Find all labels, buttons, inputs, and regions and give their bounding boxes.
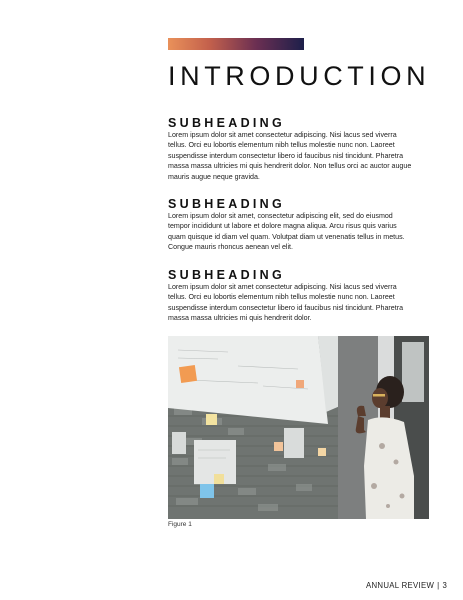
section-line: tellus. Orci eu lobortis elementum nibh … bbox=[168, 141, 395, 150]
section-line: Lorem ipsum dolor sit amet consectetur a… bbox=[168, 131, 397, 139]
section-3: SUBHEADING Lorem ipsum dolor sit amet co… bbox=[168, 268, 436, 324]
section-line: massa massa ultricies mi quis hendrerit … bbox=[168, 162, 412, 171]
section-line: suspendisse interdum consectetur libero … bbox=[168, 151, 404, 160]
section-heading: SUBHEADING bbox=[168, 197, 286, 211]
section-line: tempor incididunt ut labore et dolore ma… bbox=[168, 222, 397, 231]
section-line: Lorem ipsum dolor sit amet, consectetur … bbox=[168, 212, 393, 220]
page-title: INTRODUCTION bbox=[168, 61, 431, 91]
figure-caption: Figure 1 bbox=[168, 521, 192, 528]
page-number: 3 bbox=[442, 581, 448, 590]
page-footer: ANNUAL REVIEW | 3 bbox=[366, 581, 447, 590]
section-1: SUBHEADING Lorem ipsum dolor sit amet co… bbox=[168, 116, 436, 182]
figure-photo bbox=[168, 336, 429, 519]
section-line: tellus. Orci eu lobortis elementum nibh … bbox=[168, 293, 395, 302]
footer-separator: | bbox=[437, 581, 440, 590]
section-2: SUBHEADING Lorem ipsum dolor sit amet, c… bbox=[168, 197, 436, 253]
section-line: quam quisque id diam vel quam. Volutpat … bbox=[168, 232, 405, 241]
section-line: Congue mauris rhoncus aenean vel elit. bbox=[168, 243, 294, 252]
section-heading: SUBHEADING bbox=[168, 116, 286, 130]
accent-bar bbox=[168, 38, 304, 50]
section-line: Lorem ipsum dolor sit amet consectetur a… bbox=[168, 283, 397, 291]
section-line: mauris augue neque gravida. bbox=[168, 172, 260, 181]
section-line: massa massa ultricies mi quis hendrerit … bbox=[168, 314, 312, 323]
footer-label: ANNUAL REVIEW bbox=[366, 581, 435, 590]
section-heading: SUBHEADING bbox=[168, 268, 286, 282]
section-line: suspendisse interdum consectetur libero … bbox=[168, 303, 404, 312]
